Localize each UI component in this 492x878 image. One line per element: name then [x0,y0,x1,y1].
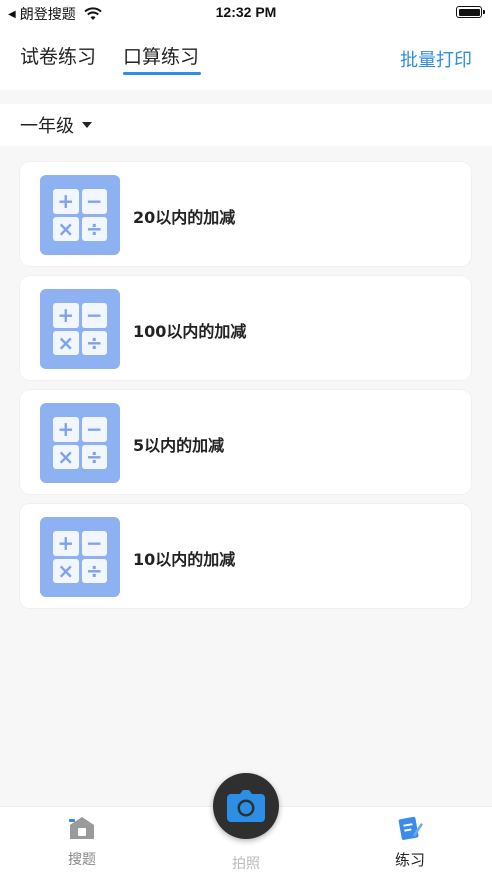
header: 试卷练习 口算练习 批量打印 [0,26,492,90]
camera-icon [227,790,265,822]
status-time: 12:32 PM [215,4,277,20]
plus-symbol: + [53,417,79,442]
times-symbol: × [53,558,79,583]
active-tab-indicator [123,72,201,75]
grade-value: 一年级 [20,116,74,137]
minus-symbol: − [81,531,107,556]
calculator-icon: + − × ÷ [40,175,120,255]
plus-symbol: + [53,303,79,328]
exercise-title: 5以内的加减 [133,436,225,455]
divide-symbol: ÷ [81,558,107,583]
divide-symbol: ÷ [81,444,107,469]
times-symbol: × [53,216,79,241]
nav-item-practice[interactable]: 练习 [370,815,450,870]
grade-selector[interactable]: 一年级 [0,104,492,146]
minus-symbol: − [81,303,107,328]
nav-label-practice: 练习 [394,851,425,869]
status-bar: ◀ 朗登搜题 12:32 PM [0,0,492,26]
times-symbol: × [53,444,79,469]
minus-symbol: − [81,417,107,442]
divide-symbol: ÷ [81,216,107,241]
calculator-icon: + − × ÷ [40,517,120,597]
calculator-icon: + − × ÷ [40,403,120,483]
plus-symbol: + [53,189,79,214]
camera-button[interactable] [213,773,279,839]
minus-symbol: − [81,189,107,214]
exercise-card[interactable]: + − × ÷ 20以内的加减 [20,162,471,266]
nav-item-photo[interactable]: 拍照 [206,849,286,873]
exercise-title: 10以内的加减 [133,550,236,569]
house-icon [69,817,94,839]
exercise-card[interactable]: + − × ÷ 10以内的加减 [20,504,471,608]
plus-symbol: + [53,531,79,556]
tab-exam-practice[interactable]: 试卷练习 [20,42,96,69]
caret-down-icon [82,122,92,128]
exercise-card[interactable]: + − × ÷ 100以内的加减 [20,276,471,380]
times-symbol: × [53,330,79,355]
exercise-card[interactable]: + − × ÷ 5以内的加减 [20,390,471,494]
divide-symbol: ÷ [81,330,107,355]
practice-icon [398,816,423,840]
exercise-title: 100以内的加减 [133,322,247,341]
nav-label-photo: 拍照 [232,856,260,872]
tab-mental-math[interactable]: 口算练习 [123,42,199,69]
battery-icon [456,6,485,18]
calculator-icon: + − × ÷ [40,289,120,369]
batch-print-button[interactable]: 批量打印 [400,46,472,72]
nav-item-search[interactable]: 搜题 [42,815,122,869]
nav-label-search: 搜题 [68,852,96,868]
exercise-title: 20以内的加减 [133,208,236,227]
